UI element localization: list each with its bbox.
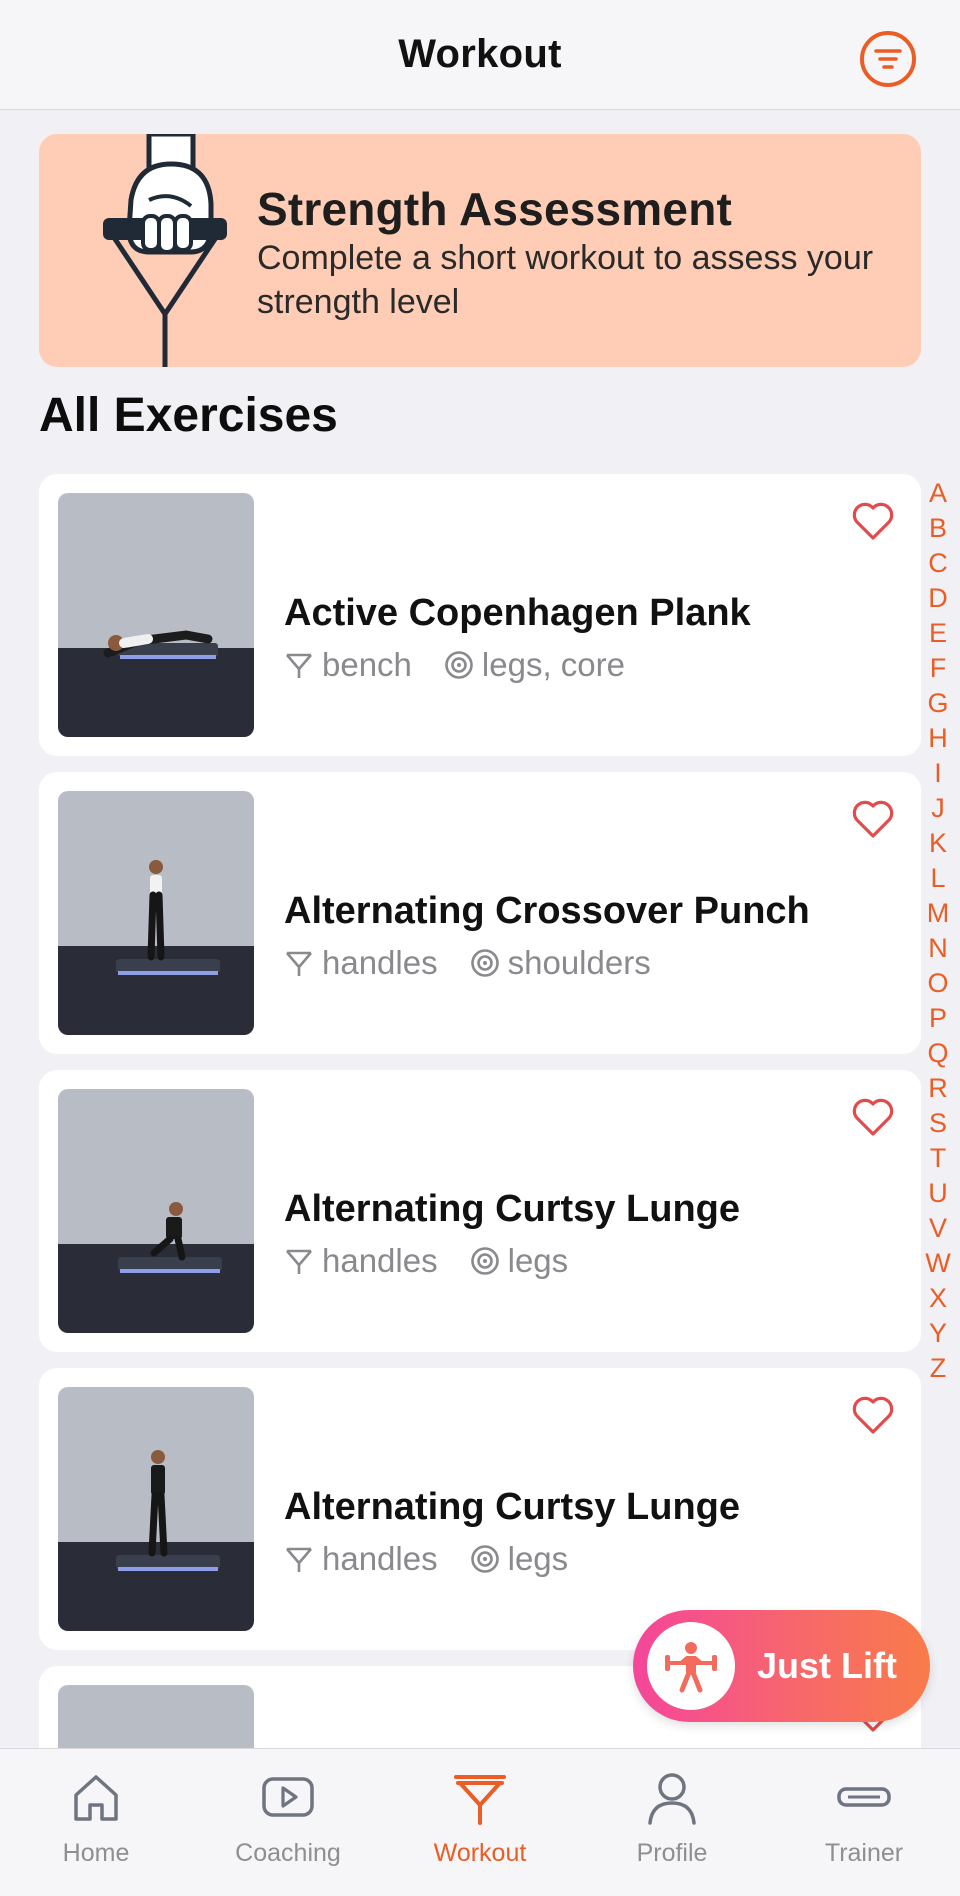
exercise-name: Active Copenhagen Plank xyxy=(284,592,751,634)
alphabet-letter[interactable]: P xyxy=(929,1001,947,1036)
exercise-meta: handles legs xyxy=(284,1540,568,1578)
tab-home[interactable]: Home xyxy=(11,1769,181,1868)
tab-bar: Home Coaching Workout Profile Trainer xyxy=(0,1748,960,1896)
trainer-device-icon xyxy=(837,1787,891,1807)
weightlifter-badge xyxy=(647,1622,735,1710)
favorite-heart-icon[interactable] xyxy=(851,500,895,542)
alphabet-letter[interactable]: J xyxy=(931,791,945,826)
target-label: legs xyxy=(507,1242,569,1279)
hand-grip-handle-icon xyxy=(103,134,227,367)
alphabet-letter[interactable]: A xyxy=(929,476,947,511)
target-icon xyxy=(470,1247,499,1275)
tab-coaching[interactable]: Coaching xyxy=(203,1769,373,1868)
tab-label: Trainer xyxy=(824,1839,904,1867)
equipment-label: handles xyxy=(322,1540,438,1577)
alphabet-letter[interactable]: V xyxy=(929,1211,947,1246)
tab-label: Coaching xyxy=(235,1839,341,1867)
alphabet-letter[interactable]: Z xyxy=(930,1351,947,1386)
alphabet-letter[interactable]: O xyxy=(927,966,948,1001)
equipment-label: bench xyxy=(322,646,412,683)
equipment-label: handles xyxy=(322,1242,438,1279)
tab-label: Workout xyxy=(433,1839,527,1867)
banner-title: Strength Assessment xyxy=(257,183,733,235)
exercise-thumbnail xyxy=(58,1387,254,1631)
equipment-icon xyxy=(286,1547,312,1572)
exercise-card[interactable]: Active Copenhagen Plank bench legs, core xyxy=(39,474,921,756)
exercise-thumbnail xyxy=(58,791,254,1035)
exercise-thumbnail xyxy=(58,1089,254,1333)
alphabet-letter[interactable]: M xyxy=(927,896,950,931)
tab-profile[interactable]: Profile xyxy=(587,1769,757,1868)
banner-description: Complete a short workout to assess your … xyxy=(257,239,874,321)
nav-header: Workout xyxy=(0,0,960,110)
alphabet-letter[interactable]: E xyxy=(929,616,947,651)
strength-assessment-banner[interactable]: Strength Assessment Complete a short wor… xyxy=(39,134,921,367)
alphabet-index[interactable]: ABCDEFGHIJKLMNOPQRSTUVWXYZ xyxy=(924,476,952,1386)
alphabet-letter[interactable]: I xyxy=(934,756,942,791)
page-title: Workout xyxy=(398,32,562,76)
workout-handle-icon xyxy=(454,1775,506,1825)
alphabet-letter[interactable]: D xyxy=(928,581,948,616)
target-icon xyxy=(470,949,499,977)
exercise-card[interactable]: Alternating Crossover Punch handles shou… xyxy=(39,772,921,1054)
play-icon xyxy=(262,1777,314,1817)
favorite-heart-icon[interactable] xyxy=(851,1394,895,1436)
equipment-label: handles xyxy=(322,944,438,981)
person-icon xyxy=(648,1773,696,1825)
alphabet-letter[interactable]: W xyxy=(925,1246,950,1281)
alphabet-letter[interactable]: C xyxy=(928,546,948,581)
home-icon xyxy=(74,1775,118,1821)
workout-screen: Workout Strength Assessment Complete a s… xyxy=(0,0,960,1896)
just-lift-label: Just Lift xyxy=(757,1645,897,1686)
filter-button[interactable] xyxy=(860,31,916,87)
alphabet-letter[interactable]: Q xyxy=(927,1036,948,1071)
alphabet-letter[interactable]: R xyxy=(928,1071,948,1106)
alphabet-letter[interactable]: L xyxy=(930,861,945,896)
tab-trainer[interactable]: Trainer xyxy=(779,1769,949,1868)
weightlifter-icon xyxy=(665,1642,717,1693)
exercise-meta: handles shoulders xyxy=(284,944,651,982)
exercise-meta: bench legs, core xyxy=(284,646,625,684)
alphabet-letter[interactable]: N xyxy=(928,931,948,966)
just-lift-button[interactable]: Just Lift xyxy=(633,1610,930,1722)
equipment-icon xyxy=(286,951,312,976)
target-icon xyxy=(445,651,473,679)
alphabet-letter[interactable]: X xyxy=(929,1281,947,1316)
exercise-name: Alternating Curtsy Lunge xyxy=(284,1188,741,1230)
alphabet-letter[interactable]: K xyxy=(929,826,947,861)
favorite-heart-icon[interactable] xyxy=(851,1096,895,1138)
exercise-name: Alternating Curtsy Lunge xyxy=(284,1486,741,1528)
favorite-heart-icon[interactable] xyxy=(851,798,895,840)
alphabet-letter[interactable]: S xyxy=(929,1106,947,1141)
section-title: All Exercises xyxy=(39,389,338,442)
target-label: shoulders xyxy=(507,944,651,981)
equipment-icon xyxy=(286,653,312,678)
alphabet-letter[interactable]: U xyxy=(928,1176,948,1211)
exercise-meta: handles legs xyxy=(284,1242,568,1280)
tab-label: Home xyxy=(62,1839,130,1867)
alphabet-letter[interactable]: F xyxy=(930,651,947,686)
exercise-card[interactable]: Alternating Curtsy Lunge handles legs xyxy=(39,1368,921,1650)
target-label: legs xyxy=(507,1540,569,1577)
target-icon xyxy=(470,1545,499,1573)
alphabet-letter[interactable]: H xyxy=(928,721,948,756)
target-label: legs, core xyxy=(481,646,625,683)
tab-label: Profile xyxy=(636,1839,708,1867)
alphabet-letter[interactable]: Y xyxy=(929,1316,947,1351)
equipment-icon xyxy=(286,1249,312,1274)
alphabet-letter[interactable]: G xyxy=(927,686,948,721)
tab-workout[interactable]: Workout xyxy=(395,1769,565,1868)
exercise-thumbnail xyxy=(58,493,254,737)
filter-icon xyxy=(874,49,902,69)
alphabet-letter[interactable]: B xyxy=(929,511,947,546)
alphabet-letter[interactable]: T xyxy=(930,1141,947,1176)
exercise-card[interactable]: Alternating Curtsy Lunge handles legs xyxy=(39,1070,921,1352)
exercise-name: Alternating Crossover Punch xyxy=(284,890,810,932)
